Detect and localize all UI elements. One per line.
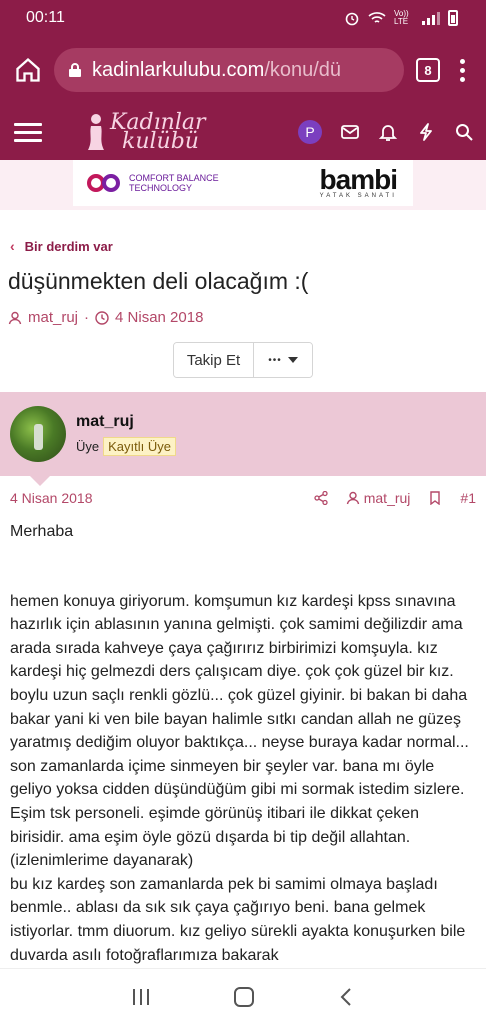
ad-left-line2: TECHNOLOGY — [129, 183, 193, 193]
woman-silhouette-icon — [88, 114, 104, 150]
screen: 00:11 Vo)) LTE kadinlarkulubu.com/konu/d… — [0, 0, 486, 1024]
post-meta: 4 Nisan 2018 mat_ruj #1 — [0, 476, 486, 506]
thread-author[interactable]: mat_ruj — [28, 309, 78, 326]
user-icon — [346, 491, 359, 505]
breadcrumb-label: Bir derdim var — [24, 238, 113, 254]
status-bar: 00:11 Vo)) LTE — [0, 0, 486, 36]
thread-actions: Takip Et ••• — [0, 326, 486, 378]
thread-meta: mat_ruj · 4 Nisan 2018 — [0, 295, 486, 326]
post-author-link[interactable]: mat_ruj — [346, 490, 411, 506]
post-user-avatar[interactable] — [10, 406, 66, 462]
bookmark-icon[interactable] — [428, 491, 442, 505]
browser-menu-icon[interactable] — [452, 58, 472, 82]
lightning-icon[interactable] — [416, 122, 436, 142]
chevron-left-icon: ‹ — [10, 238, 15, 254]
site-logo[interactable]: Kadınlar kulübü — [86, 112, 206, 154]
post-paragraph-1: hemen konuya giriyorum. komşumun kız kar… — [10, 592, 469, 799]
meta-separator: · — [84, 309, 90, 326]
ad-brand: bambi — [319, 164, 398, 195]
member-badge: Kayıtlı Üye — [103, 436, 176, 456]
browser-toolbar: kadinlarkulubu.com/konu/dü 8 — [0, 36, 486, 104]
caret-down-icon — [287, 357, 298, 363]
url-host: kadinlarkulubu.com — [92, 58, 265, 81]
status-icons: Vo)) LTE — [344, 10, 458, 26]
user-avatar[interactable]: P — [298, 120, 322, 144]
follow-button[interactable]: Takip Et — [174, 343, 254, 377]
alarm-icon — [345, 12, 359, 26]
address-bar[interactable]: kadinlarkulubu.com/konu/dü — [54, 48, 404, 92]
header-icons: P — [298, 120, 474, 144]
signal-icon — [422, 11, 440, 25]
wifi-icon — [368, 12, 386, 23]
thread-date[interactable]: 4 Nisan 2018 — [115, 309, 203, 326]
thread-content: ‹ Bir derdim var düşünmekten deli olacağ… — [0, 210, 486, 984]
hamburger-menu-icon[interactable] — [14, 122, 42, 142]
tab-switcher-button[interactable]: 8 — [416, 58, 440, 82]
post-greeting: Merhaba — [10, 523, 74, 540]
mail-icon[interactable] — [340, 122, 360, 142]
user-icon — [8, 311, 22, 324]
post-user-band: mat_ruj Üye Kayıtlı Üye — [0, 392, 486, 486]
more-dots: ••• — [268, 354, 282, 366]
network-label: Vo)) LTE — [394, 9, 409, 26]
recent-apps-icon[interactable] — [132, 988, 149, 1005]
system-nav-bar — [0, 968, 486, 1024]
post-paragraph-3: bu kız kardeş son zamanlarda pek bi sami… — [10, 875, 466, 964]
post-body: Merhaba hemen konuya giriyorum. komşumun… — [0, 506, 486, 984]
share-icon[interactable] — [314, 491, 328, 505]
site-header: Kadınlar kulübü P — [0, 104, 486, 160]
breadcrumb[interactable]: ‹ Bir derdim var — [0, 210, 486, 254]
lock-icon — [69, 63, 81, 77]
more-options-button[interactable]: ••• — [254, 343, 312, 377]
url-path: /konu/dü — [264, 58, 342, 81]
post-author: mat_ruj — [363, 490, 411, 506]
post-date[interactable]: 4 Nisan 2018 — [10, 490, 314, 506]
post-user-role: Üye — [76, 438, 100, 454]
ad-rings-logo — [87, 174, 120, 192]
ad-brand-sub: YATAK SANATI — [319, 193, 397, 199]
logo-line2: kulübü — [122, 129, 199, 154]
post-paragraph-2: Eşim tsk personeli. eşimde görünüş itiba… — [10, 804, 420, 870]
thread-title: düşünmekten deli olacağım :( — [8, 268, 309, 294]
post-username[interactable]: mat_ruj — [76, 413, 176, 431]
home-button-icon[interactable] — [233, 986, 254, 1007]
post-number[interactable]: #1 — [460, 490, 476, 506]
ad-left-line1: COMFORT BALANCE — [129, 173, 219, 183]
home-icon[interactable] — [14, 56, 42, 84]
ad-banner-area: COMFORT BALANCE TECHNOLOGY bambi YATAK S… — [0, 160, 486, 210]
battery-icon — [448, 10, 458, 26]
status-time: 00:11 — [26, 9, 65, 26]
ad-banner[interactable]: COMFORT BALANCE TECHNOLOGY bambi YATAK S… — [73, 160, 413, 206]
search-icon[interactable] — [454, 122, 474, 142]
clock-icon — [95, 310, 109, 325]
bell-icon[interactable] — [378, 122, 398, 142]
back-icon[interactable] — [339, 987, 353, 1007]
